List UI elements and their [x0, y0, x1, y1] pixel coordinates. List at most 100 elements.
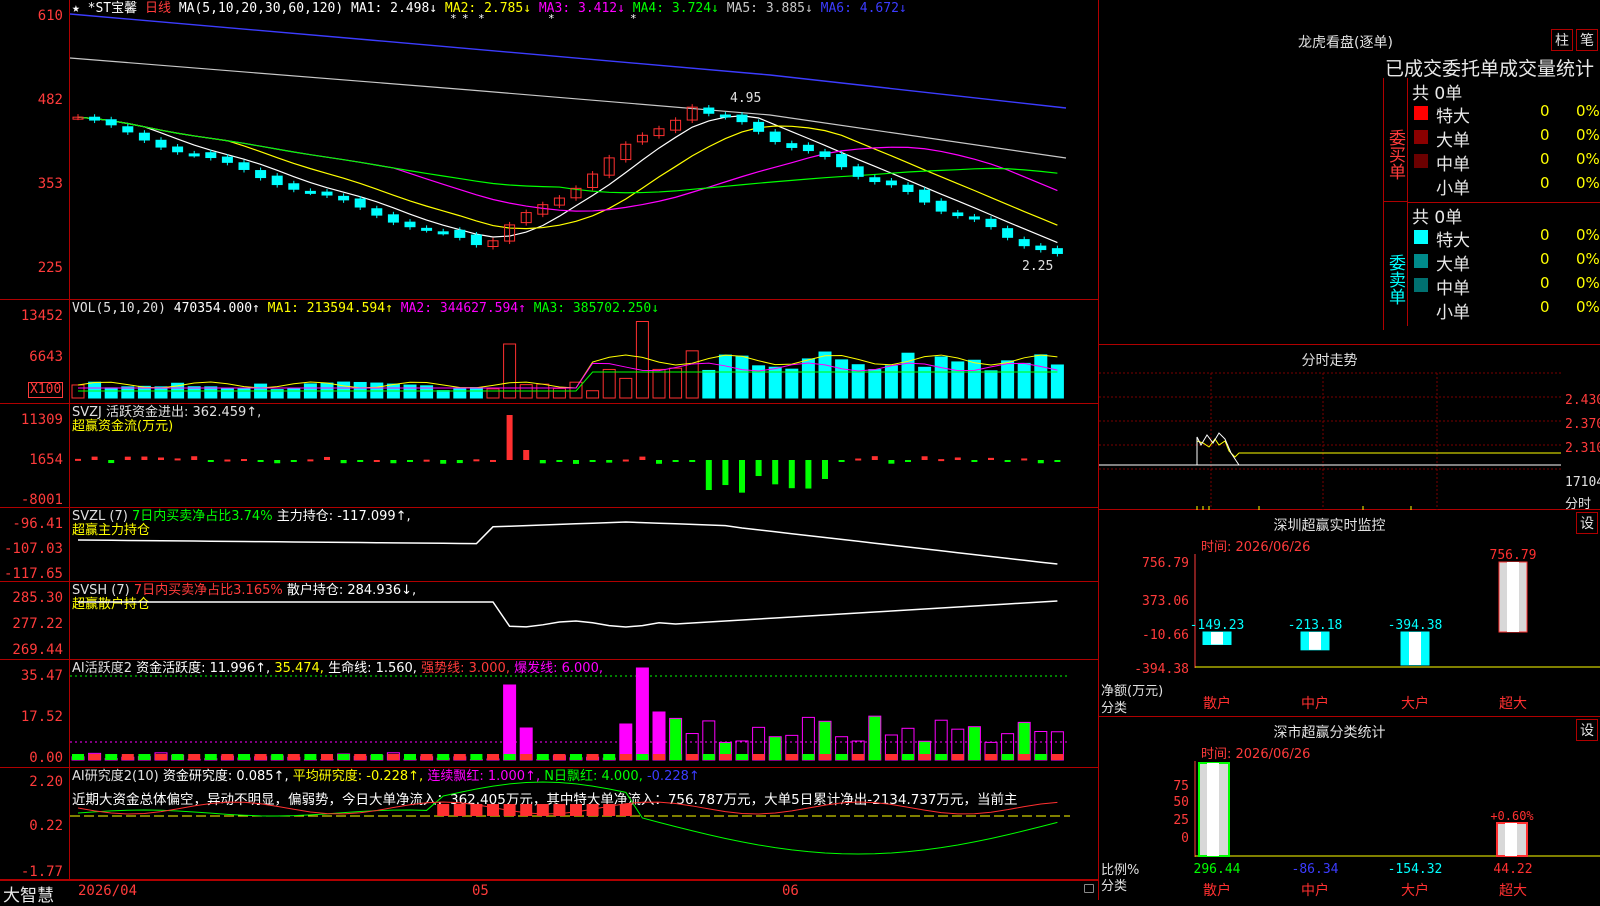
sell-value: 0 [1540, 226, 1550, 244]
fund-flow-bar [1038, 460, 1044, 463]
sell-value: 0 [1540, 250, 1550, 268]
ai-active-y-tick: 17.52 [21, 710, 63, 724]
volume-bar [885, 366, 897, 398]
volume-bar [653, 369, 665, 398]
sz-monitor-y-tick: 756.79 [1142, 556, 1189, 571]
activity-base-bar [935, 754, 947, 760]
sz-monitor-bar-value: -394.38 [1388, 618, 1443, 633]
sell-value: 0 [1540, 274, 1550, 292]
ai-active-chart[interactable] [70, 660, 1098, 768]
ai-research-panel[interactable]: 2.20 0.22 -1.77 AI研究度2(10) 资金研究度: 0.085↑… [0, 768, 1098, 880]
kline-chart[interactable]: 4.952.25***** [70, 0, 1098, 300]
legend-swatch [1414, 230, 1428, 244]
activity-base-bar [902, 754, 914, 760]
sell-row: 中单00% [1408, 274, 1600, 298]
volume-bar [553, 388, 565, 398]
activity-base-bar [587, 754, 599, 760]
legend-swatch [1414, 154, 1428, 168]
volume-bar [338, 382, 350, 398]
buy-pct: 0% [1576, 102, 1600, 120]
sell-total: 共 0单 [1412, 203, 1462, 228]
candle [1019, 240, 1029, 246]
activity-base-bar [205, 754, 217, 760]
vol-unit-button[interactable]: X100 [28, 382, 63, 398]
tick-mode-button[interactable]: 笔 [1576, 29, 1598, 51]
ai-research-chart[interactable] [70, 768, 1098, 880]
svzl-panel[interactable]: -96.41 -107.03 -117.65 SVZL (7) 7日内买卖净占比… [0, 508, 1098, 582]
sz-monitor-bar-highlight [1309, 632, 1321, 650]
activity-base-bar [968, 754, 980, 760]
activity-base-bar [985, 754, 997, 760]
kline-y-tick: 225 [38, 261, 63, 275]
svzj-panel[interactable]: 11309 1654 -8001 SVZJ 活跃资金进出: 362.459↑, … [0, 404, 1098, 508]
activity-base-bar [719, 754, 731, 760]
intraday-price-tick: 2.370 [1565, 417, 1600, 432]
activity-base-bar [122, 754, 134, 760]
activity-base-bar [520, 754, 532, 760]
candle [339, 196, 349, 200]
sell-row: 大单00% [1408, 250, 1600, 274]
fund-flow-bar [440, 460, 446, 464]
svzj-chart[interactable] [70, 404, 1098, 508]
sz-monitor-y-tick: -10.66 [1142, 628, 1189, 643]
activity-base-bar [1002, 754, 1014, 760]
activity-base-bar [670, 754, 682, 760]
activity-base-bar [304, 754, 316, 760]
volume-bar [404, 385, 416, 398]
candle [305, 191, 315, 193]
fund-flow-bar [341, 460, 347, 463]
kline-y-tick: 610 [38, 9, 63, 23]
svzl-y-axis: -96.41 -107.03 -117.65 [0, 508, 70, 581]
sz-monitor-bar-value: 756.79 [1490, 548, 1537, 563]
activity-base-bar [537, 754, 549, 760]
fund-flow-bar [357, 460, 363, 462]
buy-row: 大单00% [1408, 126, 1600, 150]
sz-monitor-panel[interactable]: 深圳超赢实时监控 设 时间: 2026/06/26 净额(万元) 分类 756.… [1098, 510, 1600, 717]
activity-bar [636, 668, 648, 760]
volume-bar [205, 387, 217, 398]
volume-bar [105, 388, 117, 398]
ai-active-panel[interactable]: 35.47 17.52 0.00 AI活跃度2 资金活跃度: 11.996↑, … [0, 660, 1098, 768]
volume-chart[interactable] [70, 300, 1098, 404]
sz-class-bar-highlight [1505, 823, 1517, 856]
fund-flow-bar [639, 457, 645, 460]
sz-monitor-chart[interactable]: 756.79373.06-10.66-394.38-149.23散户-213.1… [1099, 510, 1600, 717]
ai-active-y-tick: 35.47 [21, 669, 63, 683]
volume-bar [636, 322, 648, 399]
activity-base-bar [852, 754, 864, 760]
fund-flow-bar [905, 460, 911, 462]
activity-base-bar [1035, 754, 1047, 760]
candle [372, 209, 382, 215]
activity-base-bar [89, 754, 101, 760]
fund-flow-bar [839, 460, 845, 462]
sz-class-chart[interactable]: 7550250+0.60%296.44散户-86.34中户-154.32大户44… [1099, 717, 1600, 900]
sz-class-panel[interactable]: 深市超赢分类统计 设 时间: 2026/06/26 比例% 分类 7550250… [1098, 717, 1600, 900]
signal-star-icon: * [462, 12, 469, 25]
activity-bar [653, 712, 665, 760]
svzj-y-tick: 1654 [29, 453, 63, 467]
research-red-line [78, 802, 1057, 814]
signal-star-icon: * [478, 12, 485, 25]
svsh-chart[interactable] [70, 582, 1098, 660]
volume-panel[interactable]: 13452 6643 X100 VOL(5,10,20) 470354.000↑… [0, 300, 1098, 404]
buy-rows: 共 0单 特大00%大单00%中单00%小单00% [1408, 78, 1600, 203]
sz-class-bar-highlight [1207, 763, 1219, 856]
activity-base-bar [454, 754, 466, 760]
sell-pct: 0% [1576, 226, 1600, 244]
candle [239, 163, 249, 170]
research-bar [570, 804, 582, 816]
candle [206, 153, 216, 158]
kline-panel[interactable]: 610 482 353 225 ★ *ST宝馨 日线 MA(5,10,20,30… [0, 0, 1098, 300]
volume-bar [620, 378, 632, 398]
research-bar [553, 804, 565, 816]
activity-base-bar [952, 754, 964, 760]
research-bar [454, 804, 466, 816]
lock-icon[interactable] [1084, 884, 1094, 893]
svzl-chart[interactable] [70, 508, 1098, 582]
svsh-panel[interactable]: 285.30 277.22 269.44 SVSH (7) 7日内买卖净占比3.… [0, 582, 1098, 660]
volume-bar [819, 352, 831, 398]
intraday-panel[interactable]: 分时走势 2.430 2.370 2.310 17104 分时 [1098, 345, 1600, 510]
bar-mode-button[interactable]: 柱 [1551, 29, 1573, 51]
intraday-chart[interactable] [1099, 373, 1600, 510]
vol-y-tick: 13452 [21, 309, 63, 323]
